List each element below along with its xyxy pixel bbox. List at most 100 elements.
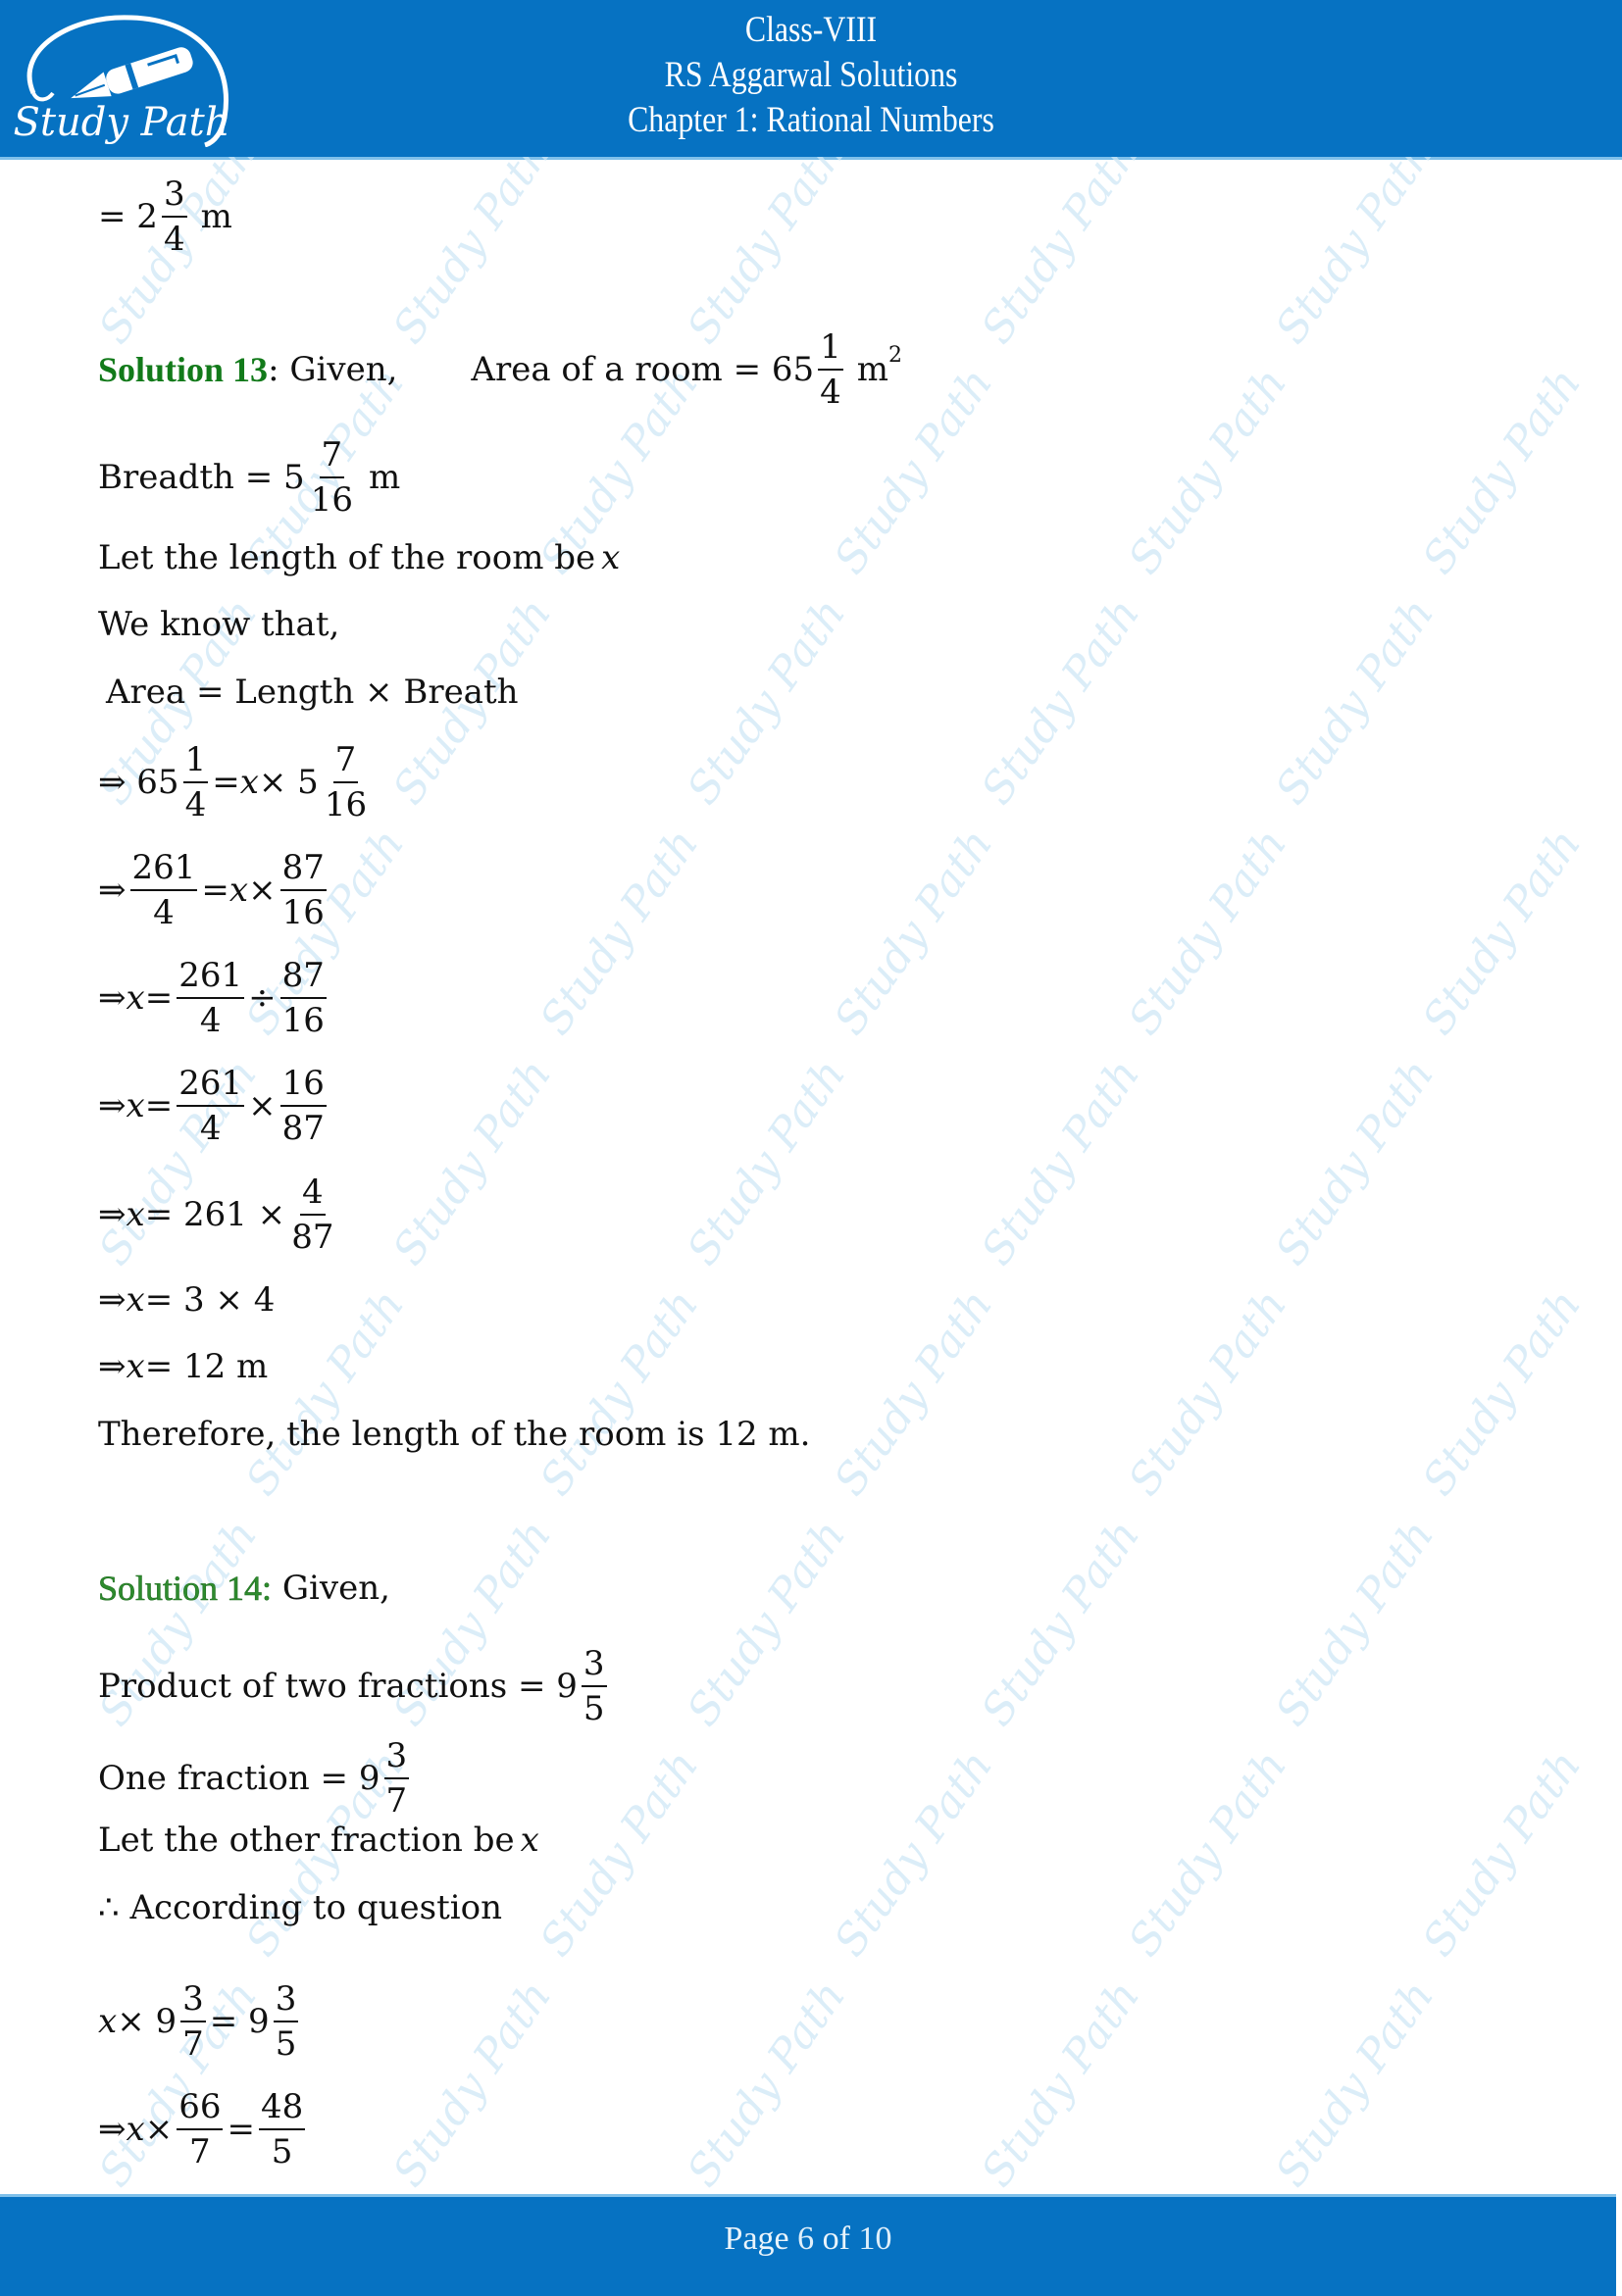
numerator: 261: [177, 1064, 245, 1107]
fraction: 261 4: [177, 1064, 245, 1148]
variable: x: [126, 978, 145, 1018]
variable: x: [126, 1195, 145, 1234]
fraction: 16 87: [279, 1064, 327, 1148]
denominator: 7: [189, 2132, 211, 2171]
header-titles: Class-VIII RS Aggarwal Solutions Chapter…: [114, 8, 1508, 143]
prev-answer-line: = 2 34 m: [98, 175, 232, 259]
watermark-text: Study Path: [382, 1972, 562, 2194]
denominator: 4: [820, 373, 841, 412]
watermark-text: Study Path: [382, 157, 562, 353]
watermark-text: Study Path: [1412, 1280, 1592, 1505]
fraction: 261 4: [129, 848, 198, 932]
unit: m: [200, 197, 232, 236]
unit: m: [856, 350, 889, 389]
watermark-text: Study Path: [1265, 1050, 1445, 1274]
solution-label: Solution 13: [98, 350, 269, 389]
denominator: 4: [153, 893, 175, 932]
breadth-line: Breadth = 5 7 16 m: [98, 435, 400, 520]
equation-text: ⇒: [98, 1280, 127, 1320]
solution-label: Solution 14:: [98, 1569, 273, 1609]
fraction: 34: [161, 175, 187, 259]
eq-line-2: ⇒ x × 66 7 = 48 5: [98, 2087, 309, 2171]
equation-text: ⇒: [98, 978, 127, 1018]
equation-text: = 2: [98, 197, 158, 236]
denominator: 4: [184, 785, 207, 824]
fraction: 37: [180, 1979, 206, 2064]
step-line-5: ⇒ x = 261 × 4 87: [98, 1173, 339, 1257]
numerator: 87: [279, 956, 327, 999]
eq-line-1: x × 9 37 = 9 35: [98, 1979, 302, 2064]
fraction: 35: [273, 1979, 299, 2064]
conclusion-text: Therefore, the length of the room is 12 …: [98, 1415, 811, 1454]
solution-14-heading: Solution 14: Given,: [98, 1569, 390, 1609]
watermark-text: Study Path: [1265, 1511, 1445, 1735]
watermark-text: Study Path: [1118, 820, 1297, 1044]
watermark-text: Study Path: [824, 1741, 1003, 1966]
watermark-text: Study Path: [530, 820, 709, 1044]
watermark-text: Study Path: [677, 589, 856, 814]
numerator: 66: [177, 2087, 224, 2130]
numerator: 3: [581, 1644, 607, 1687]
step-line-4: ⇒ x = 261 4 × 16 87: [98, 1064, 330, 1148]
watermark-text: Study Path: [530, 1741, 709, 1966]
equation-text: = 261 ×: [144, 1195, 286, 1234]
step-line-2: ⇒ 261 4 = x × 87 16: [98, 848, 330, 932]
numerator: 3: [273, 1979, 299, 2022]
watermark-text: Study Path: [824, 1280, 1003, 1505]
numerator: 3: [383, 1736, 410, 1779]
numerator: 4: [300, 1173, 326, 1216]
step-line-7: ⇒ x = 12 m: [98, 1347, 268, 1386]
numerator: 48: [258, 2087, 306, 2130]
fraction: 66 7: [177, 2087, 224, 2171]
denominator: 5: [275, 2024, 297, 2064]
solution-13-heading: Solution 13 : Given, Area of a room = 65…: [98, 327, 902, 412]
denominator: 7: [182, 2024, 204, 2064]
watermark-text: Study Path: [824, 820, 1003, 1044]
given-text: Given,: [272, 1569, 390, 1608]
step-line-6: ⇒ x = 3 × 4: [98, 1280, 275, 1320]
watermark-text: Study Path: [1412, 820, 1592, 1044]
fraction: 7 16: [323, 740, 369, 824]
numerator: 3: [161, 175, 187, 218]
equation-text: = 9: [209, 2002, 270, 2041]
product-line: Product of two fractions = 9 35: [98, 1644, 611, 1728]
equation-text: ⇒: [98, 1347, 127, 1386]
equation-text: =: [227, 2110, 255, 2149]
watermark-text: Study Path: [1412, 359, 1592, 583]
step-line-1: ⇒ 65 14 = x × 5 7 16: [98, 740, 373, 824]
fraction: 35: [581, 1644, 607, 1728]
fraction: 14: [818, 327, 843, 412]
equation-text: = 3 × 4: [144, 1280, 276, 1320]
equation-text: × 5: [258, 763, 319, 802]
watermark-text: Study Path: [1118, 359, 1297, 583]
watermark-text: Study Path: [1265, 157, 1445, 353]
chapter-title: Chapter 1: Rational Numbers: [628, 100, 994, 140]
breadth-label: Breadth = 5: [98, 458, 305, 497]
variable: x: [239, 763, 259, 802]
variable: x: [126, 1086, 145, 1125]
let-length-line: Let the length of the room be x: [98, 538, 620, 577]
operator: ÷: [248, 978, 277, 1018]
page-of: of: [822, 2221, 850, 2257]
page-prefix: Page: [724, 2221, 789, 2257]
statement-text: ∴ According to question: [98, 1888, 502, 1927]
watermark-text: Study Path: [971, 157, 1150, 353]
numerator: 7: [319, 435, 345, 478]
denominator: 4: [163, 220, 185, 259]
equation-text: =: [212, 763, 240, 802]
operator: ×: [248, 1086, 277, 1125]
watermark-text: Study Path: [530, 1280, 709, 1505]
watermark-text: Study Path: [1265, 589, 1445, 814]
watermark-text: Study Path: [1265, 1972, 1445, 2194]
exponent: 2: [888, 343, 903, 368]
page-footer: Page 6 of 10: [0, 2194, 1616, 2296]
watermark-text: Study Path: [1118, 1741, 1297, 1966]
current-page-number: 6: [797, 2221, 815, 2257]
equation-text: ×: [144, 2110, 174, 2149]
equation-text: ⇒: [98, 871, 127, 910]
one-fraction-line: One fraction = 9 37: [98, 1736, 413, 1821]
equation-text: ×: [248, 871, 277, 910]
fraction: 7 16: [309, 435, 355, 520]
fraction: 48 5: [258, 2087, 306, 2171]
fraction: 87 16: [279, 848, 327, 932]
